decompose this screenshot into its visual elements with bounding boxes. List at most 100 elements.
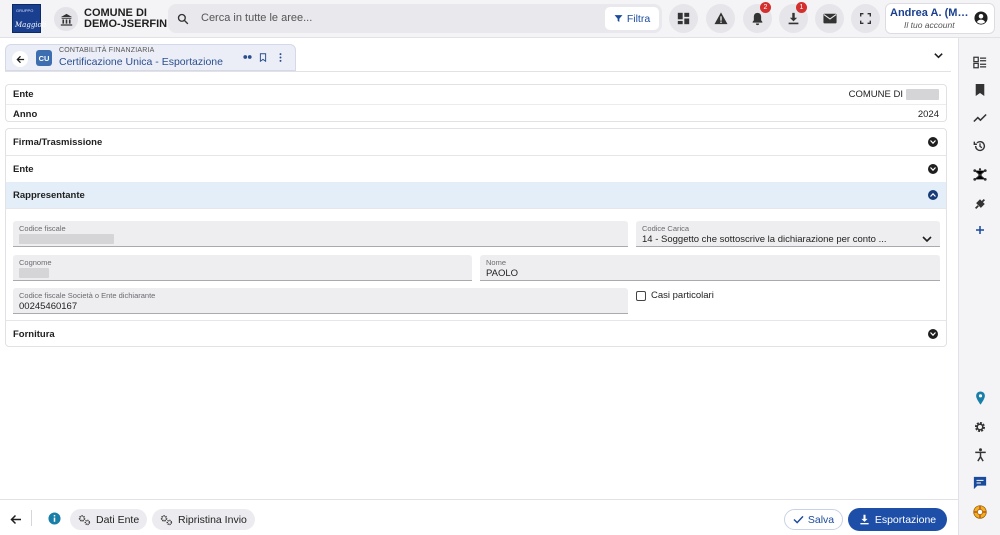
button-label: Esportazione — [874, 513, 937, 526]
municipality-name: COMUNE DI DEMO-JSERFIN — [84, 8, 167, 30]
export-button[interactable]: Esportazione — [848, 508, 947, 531]
settings-icon[interactable] — [972, 419, 988, 435]
summary-value: COMUNE DI — [849, 89, 939, 100]
tab-back-button[interactable] — [12, 51, 28, 67]
checkbox-box[interactable] — [636, 290, 646, 301]
settings-cog-icon — [160, 514, 173, 525]
section-label: Fornitura — [13, 329, 55, 340]
redacted-block — [906, 89, 939, 100]
filter-label: Filtra — [626, 12, 651, 25]
section-fornitura[interactable]: Fornitura — [6, 320, 946, 346]
summary-label: Anno — [13, 109, 38, 120]
summary-value: 2024 — [917, 109, 939, 120]
summary-value-text: COMUNE DI — [848, 89, 903, 100]
global-search[interactable]: Cerca in tutte le aree... Filtra — [168, 4, 662, 33]
summary-label: Ente — [13, 89, 34, 100]
cognome-field[interactable]: Cognome — [13, 255, 472, 281]
accessibility-icon[interactable] — [972, 447, 988, 463]
codice-fiscale-field[interactable]: Codice fiscale — [13, 221, 628, 247]
search-icon — [177, 12, 189, 30]
dashboard-icon — [677, 12, 690, 25]
account-name: Andrea A. (Maggioli) — [890, 7, 972, 19]
summary-panel: Ente COMUNE DI Anno 2024 — [5, 84, 947, 122]
save-button[interactable]: Salva — [784, 509, 843, 530]
field-value: PAOLO — [486, 268, 519, 279]
download-icon — [788, 12, 799, 25]
bookmark-icon[interactable] — [259, 53, 267, 64]
downloads-badge: 1 — [796, 2, 807, 13]
downloads-button[interactable]: 1 — [779, 2, 808, 33]
arrow-left-icon — [15, 55, 24, 63]
settings-cog-icon — [78, 514, 91, 525]
section-label: Ente — [13, 164, 34, 175]
link-icon[interactable] — [243, 53, 252, 62]
help-icon[interactable] — [972, 504, 988, 520]
button-label: Salva — [807, 513, 835, 526]
filter-button[interactable]: Filtra — [605, 7, 659, 30]
bell-icon — [752, 12, 763, 25]
redacted-value — [19, 268, 49, 278]
notifications-button[interactable]: 2 — [743, 2, 772, 33]
cf-societa-field[interactable]: Codice fiscale Società o Ente dichiarant… — [13, 288, 628, 314]
chat-icon[interactable] — [972, 475, 988, 491]
fullscreen-icon — [860, 13, 871, 24]
document-tab[interactable]: CU CONTABILITÀ FINANZIARIA Certificazion… — [5, 44, 296, 71]
maggioli-logo[interactable]: GRUPPO Maggioli — [12, 4, 46, 33]
chevron-down-icon — [922, 230, 932, 248]
dati-ente-button[interactable]: Dati Ente — [70, 509, 148, 530]
more-vert-icon[interactable] — [279, 53, 282, 64]
footer-divider — [31, 510, 32, 526]
expand-icon — [928, 329, 938, 339]
checkbox-label: Casi particolari — [651, 290, 714, 301]
municipality-icon[interactable] — [54, 7, 78, 31]
account-menu[interactable]: Andrea A. (Maggioli) Il tuo account — [885, 3, 995, 34]
ripristina-invio-button[interactable]: Ripristina Invio — [152, 509, 255, 530]
section-ente[interactable]: Ente — [6, 156, 946, 183]
summary-row-ente: Ente COMUNE DI — [6, 85, 946, 104]
fullscreen-button[interactable] — [851, 4, 880, 33]
field-value: 00245460167 — [19, 301, 78, 312]
alerts-button[interactable] — [706, 4, 735, 33]
expand-icon — [928, 137, 938, 147]
section-firma-trasmissione[interactable]: Firma/Trasmissione — [6, 129, 946, 156]
codice-carica-select[interactable]: Codice Carica 14 - Soggetto che sottoscr… — [636, 221, 940, 247]
account-avatar-icon — [974, 11, 988, 30]
summary-row-anno: Anno 2024 — [6, 104, 946, 123]
field-label: Codice Carica — [642, 224, 690, 233]
button-label: Ripristina Invio — [178, 513, 247, 526]
back-arrow-icon[interactable] — [10, 512, 22, 530]
check-icon — [793, 515, 804, 524]
plugin-icon[interactable] — [972, 196, 988, 212]
notifications-badge: 2 — [760, 2, 771, 13]
field-label: Codice fiscale Società o Ente dichiarant… — [19, 291, 156, 300]
collapse-icon — [928, 190, 938, 200]
section-label: Rappresentante — [13, 190, 85, 201]
search-input[interactable]: Cerca in tutte le aree... — [201, 12, 312, 24]
municipality-line-2: DEMO-JSERFIN — [84, 18, 168, 30]
nome-field[interactable]: Nome PAOLO — [480, 255, 940, 281]
hub-icon[interactable] — [972, 167, 988, 183]
section-rappresentante[interactable]: Rappresentante — [6, 182, 946, 209]
details-list-icon[interactable] — [972, 54, 988, 70]
casi-particolari-checkbox[interactable]: Casi particolari — [636, 290, 714, 301]
field-label: Cognome — [19, 258, 52, 267]
section-label: Firma/Trasmissione — [13, 137, 103, 148]
messages-button[interactable] — [815, 4, 844, 33]
location-icon[interactable] — [972, 390, 988, 406]
expand-icon — [928, 164, 938, 174]
top-bar: GRUPPO Maggioli COMUNE DI DEMO-JSERFIN C… — [0, 0, 1000, 38]
tab-divider — [5, 71, 951, 72]
mail-icon — [822, 13, 837, 24]
trending-icon[interactable] — [972, 110, 988, 126]
info-icon[interactable] — [48, 512, 61, 530]
account-subtitle: Il tuo account — [904, 20, 955, 30]
dashboard-button[interactable] — [669, 4, 698, 33]
field-label: Nome — [486, 258, 507, 267]
history-icon[interactable] — [972, 138, 988, 154]
tab-category: CONTABILITÀ FINANZIARIA — [59, 47, 155, 54]
chevron-down-icon[interactable] — [933, 48, 944, 66]
select-value: 14 - Soggetto che sottoscrive la dichiar… — [642, 234, 887, 245]
bookmarks-icon[interactable] — [972, 82, 988, 98]
add-icon[interactable] — [972, 222, 988, 238]
footer-toolbar: Dati Ente Ripristina Invio Salva Esporta… — [0, 499, 958, 535]
